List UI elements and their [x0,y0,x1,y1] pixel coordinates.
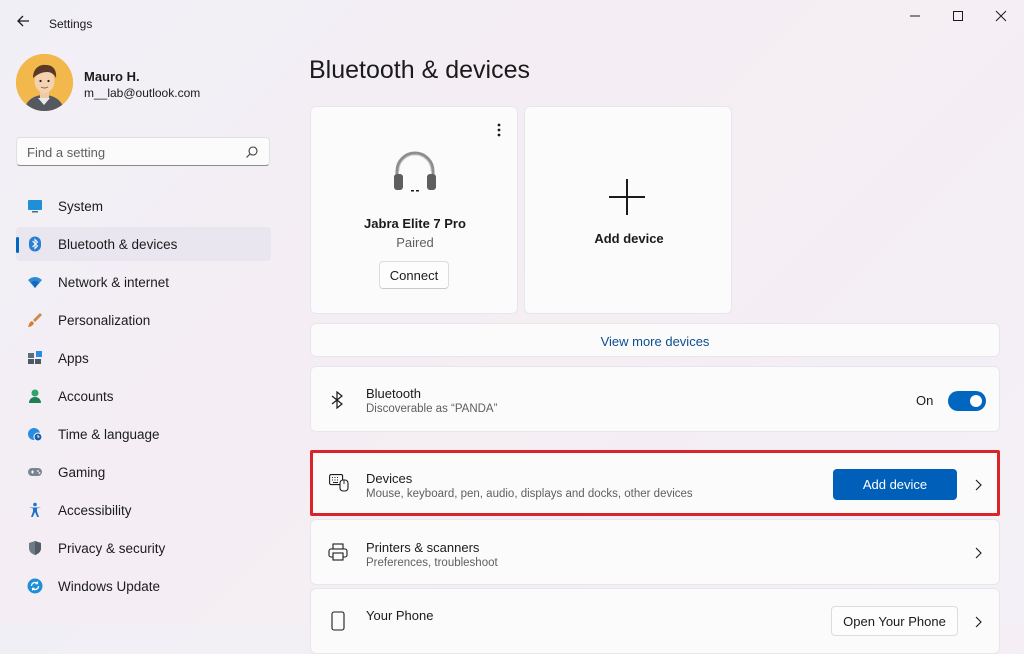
bluetooth-title: Bluetooth [366,386,421,401]
bluetooth-state-label: On [916,393,934,408]
sidebar-item-accounts[interactable]: Accounts [16,379,271,413]
sidebar-item-bluetooth-devices[interactable]: Bluetooth & devices [16,227,271,261]
sidebar-item-privacy-security[interactable]: Privacy & security [16,531,271,565]
bluetooth-icon [29,236,41,252]
device-card-jabra[interactable]: Jabra Elite 7 Pro Paired Connect [310,106,518,314]
toggle-knob [970,395,982,407]
sidebar-item-label: Accounts [58,389,114,404]
sidebar-item-system[interactable]: System [16,189,271,223]
sidebar-item-label: Time & language [58,427,160,442]
system-icon [28,200,42,213]
view-more-devices-label: View more devices [600,334,710,349]
printers-subtitle: Preferences, troubleshoot [366,557,498,569]
add-device-card-label: Add device [594,231,664,246]
accessibility-icon [29,502,41,517]
sidebar-item-gaming[interactable]: Gaming [16,455,271,489]
sidebar-item-label: Personalization [58,313,151,328]
sidebar-item-label: Apps [58,351,89,366]
maximize-button[interactable] [948,8,968,24]
user-email: m__lab@outlook.com [84,86,201,100]
minimize-button[interactable] [905,8,925,24]
bluetooth-row: Bluetooth Discoverable as “PANDA” On [310,366,1000,432]
brush-icon [28,313,42,327]
sidebar-item-label: Network & internet [58,275,170,290]
wifi-icon [28,277,42,288]
add-device-button[interactable]: Add device [833,469,957,500]
avatar-image [16,54,73,111]
sidebar-item-label: Windows Update [58,579,161,594]
keyboard-icon [329,474,349,492]
sidebar-item-label: System [58,199,104,214]
search-icon[interactable] [245,145,259,159]
minimize-icon [910,15,920,17]
page-title: Bluetooth & devices [309,56,530,84]
devices-subtitle: Mouse, keyboard, pen, audio, displays an… [366,488,693,500]
device-name: Jabra Elite 7 Pro [364,216,466,231]
headphones-icon [394,151,436,192]
sidebar-item-time-language[interactable]: Time & language [16,417,271,451]
apps-icon [28,351,42,364]
chevron-right-icon[interactable] [973,546,983,560]
printers-title: Printers & scanners [366,540,480,555]
bluetooth-symbol-icon [331,390,343,410]
printers-scanners-row[interactable]: Printers & scanners Preferences, trouble… [310,519,1000,585]
sidebar-item-network-internet[interactable]: Network & internet [16,265,271,299]
sidebar-item-label: Bluetooth & devices [58,237,178,252]
your-phone-row[interactable]: Your Phone Open Your Phone [310,588,1000,654]
windows-update-icon [27,578,43,594]
sidebar-item-label: Accessibility [58,503,132,518]
plus-icon [609,179,645,215]
devices-title: Devices [366,471,413,486]
open-your-phone-button[interactable]: Open Your Phone [831,606,958,636]
accounts-icon [29,389,41,403]
back-arrow-icon[interactable] [14,12,32,30]
maximize-icon [953,11,963,21]
bluetooth-toggle[interactable] [948,391,986,411]
sidebar-item-windows-update[interactable]: Windows Update [16,569,271,603]
search-input[interactable]: Find a setting [27,145,105,160]
close-icon [995,10,1007,22]
device-status: Paired [396,235,434,250]
avatar[interactable] [16,54,73,111]
bluetooth-subtitle: Discoverable as “PANDA” [366,403,498,415]
chevron-right-icon[interactable] [973,478,983,492]
gamepad-icon [28,468,42,476]
shield-icon [29,541,41,555]
sidebar-item-label: Privacy & security [58,541,166,556]
close-button[interactable] [991,8,1011,24]
your-phone-title: Your Phone [366,608,434,623]
phone-icon [331,611,345,631]
active-indicator [16,237,19,253]
view-more-devices-link[interactable]: View more devices [310,323,1000,357]
devices-row[interactable]: Devices Mouse, keyboard, pen, audio, dis… [310,450,1000,516]
search-box[interactable]: Find a setting [16,137,270,166]
title-bar: Settings [0,0,1024,40]
printer-icon [328,543,348,561]
more-options-icon[interactable] [491,121,507,139]
chevron-right-icon[interactable] [973,615,983,629]
app-title: Settings [49,17,93,31]
user-name: Mauro H. [84,69,140,84]
sidebar-item-accessibility[interactable]: Accessibility [16,493,271,527]
sidebar-item-apps[interactable]: Apps [16,341,271,375]
add-device-card[interactable]: Add device [524,106,732,314]
sidebar-item-label: Gaming [58,465,106,480]
sidebar-item-personalization[interactable]: Personalization [16,303,271,337]
globe-clock-icon [28,428,43,442]
connect-button[interactable]: Connect [379,261,449,289]
